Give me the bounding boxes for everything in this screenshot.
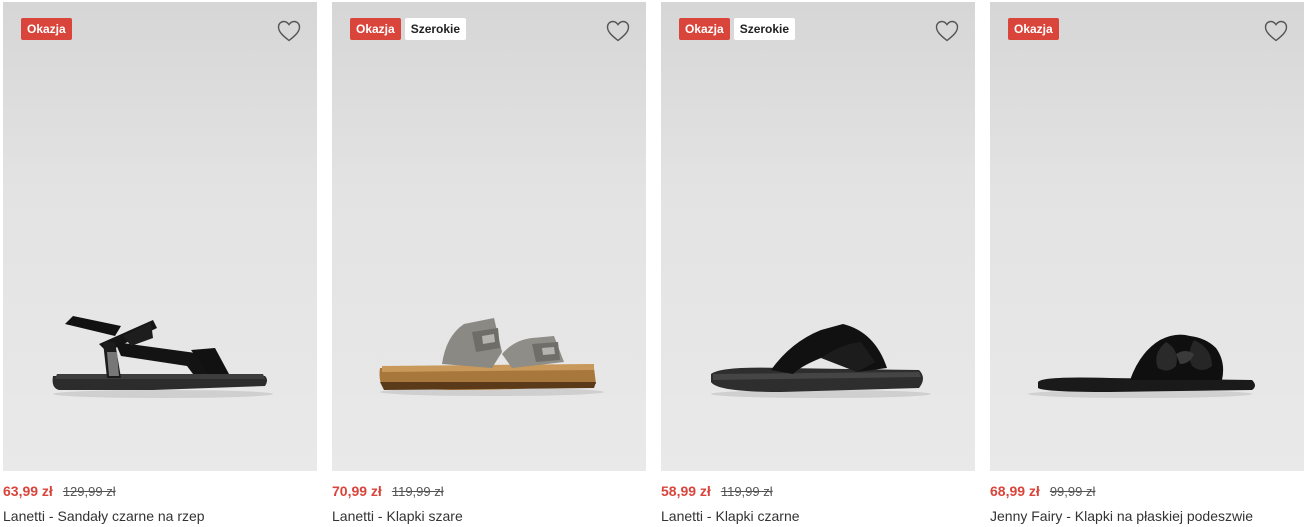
product-card[interactable]: Okazja Szerokie 70,99 zł 119,99 zł Lanet… (332, 2, 646, 527)
product-grid: Okazja 63,99 zł 129,99 zł Lanetti - Sand… (0, 0, 1307, 527)
sandal-photo (52, 316, 273, 398)
product-image[interactable]: Okazja Szerokie (332, 2, 646, 471)
product-title-link[interactable]: Lanetti - Sandały czarne na rzep (3, 508, 205, 524)
flat-slide-photo (1028, 334, 1255, 398)
product-card[interactable]: Okazja 63,99 zł 129,99 zł Lanetti - Sand… (3, 2, 317, 527)
product-card[interactable]: Okazja 68,99 zł 99,99 zł Jenny Fairy - K… (990, 2, 1304, 527)
product-image[interactable]: Okazja Szerokie (661, 2, 975, 471)
product-title-link[interactable]: Lanetti - Klapki szare (332, 508, 463, 524)
product-title-link[interactable]: Jenny Fairy - Klapki na płaskiej podeszw… (990, 508, 1253, 524)
product-image[interactable]: Okazja (3, 2, 317, 471)
old-price: 99,99 zł (1049, 484, 1096, 499)
slide-photo (379, 318, 604, 396)
current-price: 63,99 zł (3, 483, 53, 499)
current-price: 58,99 zł (661, 483, 711, 499)
current-price: 70,99 zł (332, 483, 382, 499)
product-title-link[interactable]: Lanetti - Klapki czarne (661, 508, 800, 524)
price-row: 70,99 zł 119,99 zł (332, 483, 444, 499)
price-row: 68,99 zł 99,99 zł (990, 483, 1095, 499)
old-price: 129,99 zł (62, 484, 116, 499)
old-price: 119,99 zł (391, 484, 444, 499)
product-card[interactable]: Okazja Szerokie 58,99 zł 119,99 zł Lanet… (661, 2, 975, 527)
current-price: 68,99 zł (990, 483, 1040, 499)
price-row: 63,99 zł 129,99 zł (3, 483, 116, 499)
price-row: 58,99 zł 119,99 zł (661, 483, 773, 499)
product-image[interactable]: Okazja (990, 2, 1304, 471)
slide-photo (711, 324, 931, 398)
old-price: 119,99 zł (720, 484, 773, 499)
